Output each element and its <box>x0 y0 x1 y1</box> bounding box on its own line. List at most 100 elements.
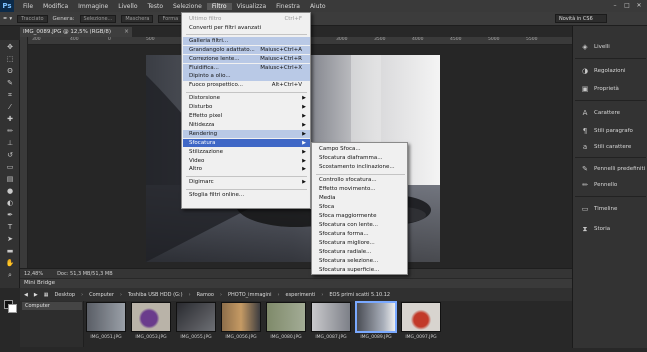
menu-livello[interactable]: Livello <box>113 3 142 10</box>
thumbnail[interactable]: IMG_0055.JPG <box>176 302 216 344</box>
thumbnail[interactable]: IMG_0087.JPG <box>311 302 351 344</box>
blur-tool-icon[interactable]: ● <box>4 187 16 196</box>
thumbnail[interactable]: IMG_0080.JPG <box>266 302 306 344</box>
blur-menu-item[interactable]: Sfocatura radiale... <box>313 248 408 257</box>
blur-menu-item[interactable]: Effetto movimento... <box>313 185 408 194</box>
thumbnail[interactable]: IMG_0053.JPG <box>131 302 171 344</box>
filter-menu-item[interactable]: Converti per filtri avanzati <box>183 24 310 33</box>
filter-menu-item[interactable]: Grandangolo adattato... Maiusc+Ctrl+A <box>183 45 310 55</box>
forward-icon[interactable]: ▶ <box>34 292 38 298</box>
filter-menu-item[interactable]: Sfoglia filtri online... <box>183 191 310 200</box>
filter-menu-item[interactable]: Ultimo filtro Ctrl+F <box>183 15 310 24</box>
thumbnail[interactable]: IMG_0056.JPG <box>221 302 261 344</box>
filter-menu-item[interactable]: Distorsione ▶ <box>183 94 310 103</box>
filter-menu-item[interactable]: Dipinto a olio... <box>183 72 310 81</box>
blur-menu-item[interactable]: Media <box>313 194 408 203</box>
background-color[interactable] <box>8 304 17 313</box>
workspace-select[interactable]: Novità in CS6 <box>555 14 607 23</box>
panel-livelli[interactable]: ◈ Livelli <box>573 38 647 56</box>
crumb-ramoo[interactable]: Ramoo <box>197 292 214 298</box>
mask-button[interactable]: Maschera <box>121 14 154 23</box>
filter-menu-item[interactable]: Video ▶ <box>183 157 310 166</box>
document-tab[interactable]: IMG_0089.JPG @ 12,5% (RGB/8) <box>20 27 132 37</box>
thumbnail[interactable]: IMG_0097.JPG <box>401 302 441 344</box>
blur-menu-item[interactable]: Sfocatura con lente... <box>313 221 408 230</box>
crumb-eos[interactable]: EOS primi scatti 5.10.12 <box>329 292 390 298</box>
pen-tool-icon[interactable]: ✒ ▾ <box>3 16 12 22</box>
menu-visualizza[interactable]: Visualizza <box>232 3 272 10</box>
panel-pennello[interactable]: ✏ Pennello <box>573 176 647 194</box>
marquee-tool-icon[interactable]: ⬚ <box>4 55 16 64</box>
crumb-esperimenti[interactable]: esperimenti <box>286 292 316 298</box>
filter-menu-item[interactable]: Effetto pixel ▶ <box>183 112 310 121</box>
menu-modifica[interactable]: Modifica <box>38 3 73 10</box>
filter-menu-item[interactable]: Rendering ▶ <box>183 129 310 139</box>
tab-close-icon[interactable]: × <box>124 27 129 37</box>
folder-computer[interactable]: Computer <box>22 302 82 310</box>
crumb-photo[interactable]: PHOTO_immagini <box>228 292 272 298</box>
shape-button[interactable]: Forma <box>158 14 183 23</box>
move-tool-icon[interactable]: ✥ <box>4 43 16 52</box>
panel-regolazioni[interactable]: ◑ Regolazioni <box>573 62 647 80</box>
menu-finestra[interactable]: Finestra <box>271 3 305 10</box>
panel-stili-carattere[interactable]: a Stili carattere <box>573 138 647 156</box>
history-brush-icon[interactable]: ↺ <box>4 151 16 160</box>
panel-carattere[interactable]: A Carattere <box>573 104 647 122</box>
blur-menu-item[interactable]: Sfoca maggiormente <box>313 212 408 221</box>
document-size[interactable]: Doc: 51,3 MB/51,3 MB <box>57 271 113 277</box>
filter-menu-item[interactable]: Digimarc ▶ <box>183 178 310 187</box>
crumb-desktop[interactable]: Desktop <box>54 292 75 298</box>
crumb-drive[interactable]: Toshiba USB HDD (G:) <box>128 292 183 298</box>
eraser-icon[interactable]: ▭ <box>4 163 16 172</box>
close-icon[interactable]: ✕ <box>635 2 643 9</box>
menu-testo[interactable]: Testo <box>143 3 169 10</box>
filter-menu-item[interactable]: Nitidezza ▶ <box>183 121 310 130</box>
minimize-icon[interactable]: – <box>611 2 619 9</box>
panel-timeline[interactable]: ▭ Timeline <box>573 200 647 218</box>
panel-proprieta[interactable]: ▣ Proprietà <box>573 80 647 98</box>
dodge-icon[interactable]: ◐ <box>4 199 16 208</box>
menu-selezione[interactable]: Selezione <box>168 3 207 10</box>
blur-menu-item[interactable]: Controllo sfocatura... <box>313 176 408 185</box>
hand-tool-icon[interactable]: ✋ <box>4 259 16 268</box>
filter-menu-item[interactable]: Sfocatura ▶ <box>183 138 310 148</box>
clone-stamp-icon[interactable]: ⊥ <box>4 139 16 148</box>
panel-storia[interactable]: ⧗ Storia <box>573 220 647 238</box>
filter-menu-item[interactable]: Stilizzazione ▶ <box>183 148 310 157</box>
thumbnail-selected[interactable]: IMG_0089.JPG <box>355 301 397 344</box>
blur-menu-item[interactable]: Sfocatura forma... <box>313 230 408 239</box>
blur-menu-item[interactable]: Sfocatura diaframma... <box>313 154 408 163</box>
lasso-tool-icon[interactable]: ʘ <box>4 67 16 76</box>
filter-menu-item[interactable]: Fluidifica... Maiusc+Ctrl+X <box>183 63 310 72</box>
menu-filtro[interactable]: Filtro <box>206 2 232 10</box>
pen-icon[interactable]: ✒ <box>4 211 16 220</box>
crop-tool-icon[interactable]: ⌗ <box>4 91 16 100</box>
filter-menu-item[interactable]: Altro ▶ <box>183 165 310 174</box>
path-select-icon[interactable]: ➤ <box>4 235 16 244</box>
menu-file[interactable]: File <box>18 3 38 10</box>
view-icon[interactable]: ▦ <box>44 292 49 298</box>
blur-menu-item[interactable]: Sfocatura superficie... <box>313 266 408 275</box>
thumbnail[interactable]: IMG_0051.JPG <box>86 302 126 344</box>
mode-select[interactable]: Tracciato <box>17 14 48 23</box>
filter-menu-item[interactable]: Disturbo ▶ <box>183 103 310 112</box>
zoom-level[interactable]: 12,48% <box>24 271 43 277</box>
filter-menu-item[interactable]: Galleria filtri... <box>183 36 310 46</box>
crumb-computer[interactable]: Computer <box>89 292 114 298</box>
maximize-icon[interactable]: □ <box>623 2 631 9</box>
blur-menu-item[interactable]: Sfocatura selezione... <box>313 257 408 266</box>
quick-select-icon[interactable]: ✎ <box>4 79 16 88</box>
type-tool-icon[interactable]: T <box>4 223 16 232</box>
eyedropper-icon[interactable]: ⁄ <box>4 103 16 112</box>
blur-menu-item[interactable]: Scostamento inclinazione... <box>313 163 408 172</box>
back-icon[interactable]: ◀ <box>24 292 28 298</box>
blur-menu-item[interactable]: Sfocatura migliore... <box>313 239 408 248</box>
menu-immagine[interactable]: Immagine <box>73 3 113 10</box>
shape-tool-icon[interactable]: ▬ <box>4 247 16 256</box>
gradient-icon[interactable]: ▤ <box>4 175 16 184</box>
selection-button[interactable]: Selezione... <box>79 14 117 23</box>
filter-menu-item[interactable]: Correzione lente... Maiusc+Ctrl+R <box>183 54 310 64</box>
blur-menu-item[interactable]: Sfoca <box>313 203 408 212</box>
blur-menu-item[interactable]: Campo Sfoca... <box>313 145 408 154</box>
healing-brush-icon[interactable]: ✚ <box>4 115 16 124</box>
